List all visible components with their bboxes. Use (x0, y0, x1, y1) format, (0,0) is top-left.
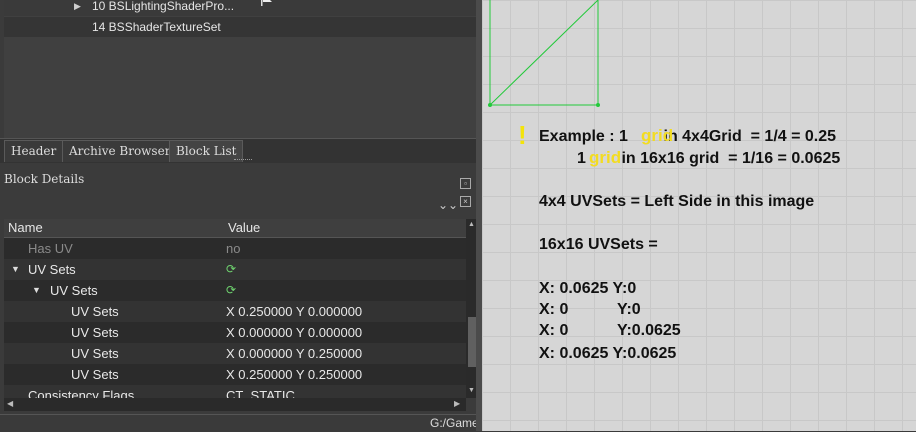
uv-vertex[interactable] (488, 103, 492, 107)
scroll-left-icon[interactable]: ◀ (7, 399, 13, 408)
tab-archive-browser[interactable]: Archive Browser (62, 140, 178, 162)
annotation-line: X: 0.0625 Y:0.0625 (539, 345, 677, 362)
resize-grip[interactable] (234, 159, 252, 164)
block-details-table: Name Value Has UV no ▼ UV Sets ⟳ ▼ UV Se… (4, 219, 466, 398)
table-row[interactable]: UV Sets X 0.000000 Y 0.000000 (4, 322, 466, 343)
tree-item[interactable]: 14 BSShaderTextureSet (4, 17, 476, 37)
table-row[interactable]: Consistency Flags CT_STATIC (4, 385, 466, 398)
float-icon[interactable]: ▫ (460, 178, 471, 189)
uv-edge (489, 0, 599, 106)
table-row[interactable]: UV Sets X 0.000000 Y 0.250000 (4, 343, 466, 364)
scroll-down-icon[interactable]: ▼ (468, 387, 475, 394)
left-panel: ▶ 10 BSLightingShaderPro... 14 BSShaderT… (0, 0, 480, 432)
status-bar: G:/Game (0, 414, 480, 432)
highlight-word: grid (589, 148, 622, 167)
block-tree: ▶ 10 BSLightingShaderPro... 14 BSShaderT… (4, 0, 476, 138)
annotation-line: X: 0 Y:0.0625 (539, 322, 681, 339)
tree-item[interactable]: ▶ 10 BSLightingShaderPro... (4, 0, 476, 16)
scroll-right-icon[interactable]: ▶ (454, 399, 460, 408)
close-icon[interactable]: × (460, 196, 471, 207)
double-chevron-down-icon[interactable]: ⌄⌄ (438, 198, 458, 212)
horizontal-scrollbar[interactable]: ◀ ▶ (4, 398, 466, 411)
flag-icon (261, 0, 272, 6)
tab-block-list[interactable]: Block List (169, 140, 244, 162)
collapse-arrow-icon[interactable]: ▼ (32, 280, 41, 301)
annotation-line: 16x16 UVSets = (539, 236, 658, 253)
block-details-title: Block Details (4, 172, 85, 186)
annotation-line: X: 0 Y:0 (539, 301, 641, 318)
scroll-up-icon[interactable]: ▲ (468, 221, 475, 228)
table-row[interactable]: ▼ UV Sets ⟳ (4, 259, 466, 280)
table-row[interactable]: ▼ UV Sets ⟳ (4, 280, 466, 301)
table-row[interactable]: UV Sets X 0.250000 Y 0.250000 (4, 364, 466, 385)
expand-arrow-icon[interactable]: ▶ (74, 0, 81, 16)
annotation-line: X: 0.0625 Y:0 (539, 280, 637, 297)
refresh-icon[interactable]: ⟳ (226, 259, 236, 280)
collapse-arrow-icon[interactable]: ▼ (11, 259, 20, 280)
tab-header[interactable]: Header (4, 140, 64, 162)
uv-vertex[interactable] (596, 103, 600, 107)
column-header-name[interactable]: Name (4, 219, 228, 238)
refresh-icon[interactable]: ⟳ (226, 280, 236, 301)
uv-editor-viewport[interactable] (482, 0, 916, 431)
uv-grid (488, 0, 600, 107)
exclamation-icon: ! (518, 120, 527, 150)
table-row[interactable]: UV Sets X 0.250000 Y 0.000000 (4, 301, 466, 322)
annotation-line: 4x4 UVSets = Left Side in this image (539, 193, 815, 210)
scrollbar-thumb[interactable] (468, 317, 476, 367)
highlight-word: grid (641, 126, 674, 145)
column-header-value[interactable]: Value (224, 219, 466, 238)
table-row[interactable]: Has UV no (4, 238, 466, 259)
annotation-line: Example : 1 in 4x4Grid = 1/4 = 0.25 (539, 128, 837, 145)
